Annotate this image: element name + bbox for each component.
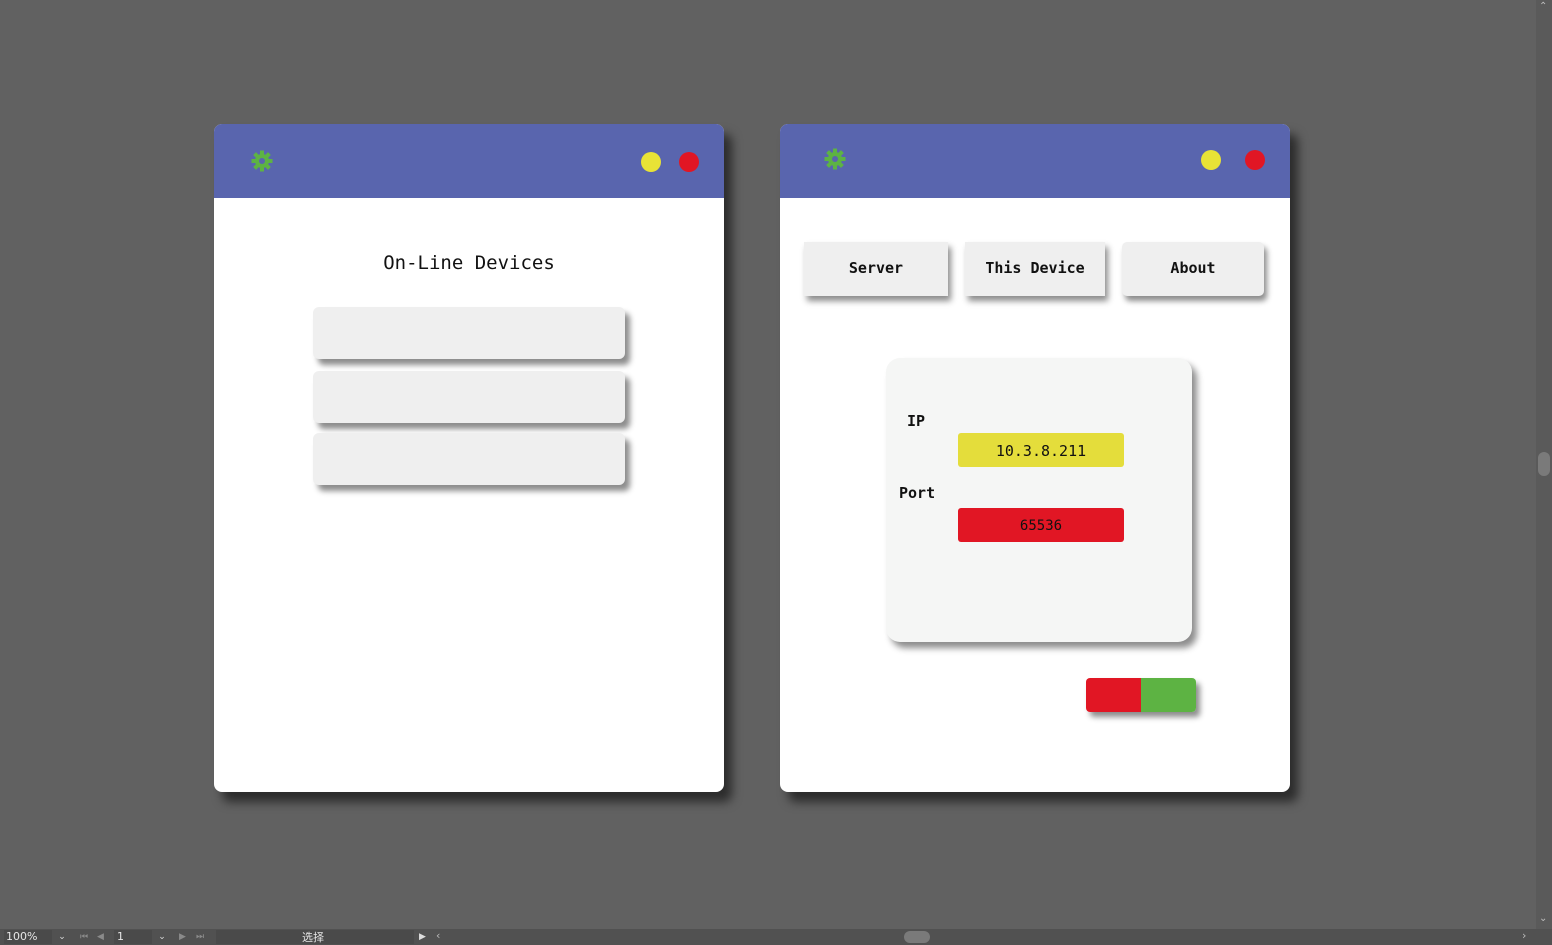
- close-button[interactable]: [1245, 150, 1265, 170]
- port-field[interactable]: 65536: [958, 508, 1124, 542]
- status-bar: 100% ⌄ ⏮ ◀ 1 ⌄ ▶ ⏭ 选择 ▶ ‹ ›: [0, 929, 1552, 945]
- gear-icon[interactable]: [250, 149, 274, 173]
- connection-card: IP 10.3.8.211 Port 65536: [886, 358, 1192, 642]
- gear-icon[interactable]: [823, 147, 847, 171]
- mode-field: 选择: [216, 930, 414, 944]
- next-page-icon[interactable]: ▶: [179, 930, 186, 944]
- play-icon[interactable]: ▶: [419, 930, 426, 944]
- page-value: 1: [117, 930, 124, 943]
- zoom-value: 100%: [6, 930, 38, 943]
- online-devices-heading: On-Line Devices: [383, 252, 555, 274]
- mode-text: 选择: [302, 931, 324, 944]
- online-devices-window: On-Line Devices: [214, 124, 724, 792]
- title-bar: [780, 124, 1290, 198]
- ip-label: IP: [907, 412, 926, 430]
- ip-field[interactable]: 10.3.8.211: [958, 433, 1124, 467]
- chevron-down-icon[interactable]: ⌄: [55, 930, 69, 944]
- settings-window: Server This Device About IP 10.3.8.211 P…: [780, 124, 1290, 792]
- toggle-on-segment[interactable]: [1141, 678, 1196, 712]
- scroll-right-icon[interactable]: ›: [1522, 929, 1526, 943]
- scroll-up-icon[interactable]: ⌃: [1539, 2, 1547, 12]
- minimize-button[interactable]: [1201, 150, 1221, 170]
- close-button[interactable]: [679, 152, 699, 172]
- scroll-thumb[interactable]: [1538, 452, 1550, 476]
- vertical-scrollbar[interactable]: ⌃ ⌄: [1536, 0, 1552, 929]
- device-list-item[interactable]: [313, 371, 625, 423]
- tab-this-device[interactable]: This Device: [965, 242, 1105, 296]
- scroll-left-icon[interactable]: ‹: [436, 929, 440, 943]
- device-list-item[interactable]: [313, 433, 625, 485]
- page-field[interactable]: 1: [114, 930, 152, 944]
- first-page-icon[interactable]: ⏮: [80, 930, 88, 944]
- title-bar: [214, 124, 724, 198]
- minimize-button[interactable]: [641, 152, 661, 172]
- zoom-field[interactable]: 100%: [4, 930, 52, 944]
- chevron-down-icon[interactable]: ⌄: [155, 930, 169, 944]
- scroll-down-icon[interactable]: ⌄: [1539, 914, 1547, 924]
- port-label: Port: [899, 484, 936, 502]
- connection-toggle[interactable]: [1086, 678, 1196, 712]
- tab-server[interactable]: Server: [804, 242, 948, 296]
- horizontal-scroll-thumb[interactable]: [904, 931, 930, 943]
- toggle-off-segment[interactable]: [1086, 678, 1141, 712]
- prev-page-icon[interactable]: ◀: [97, 930, 104, 944]
- tab-about[interactable]: About: [1122, 242, 1264, 296]
- last-page-icon[interactable]: ⏭: [196, 930, 204, 944]
- device-list-item[interactable]: [313, 307, 625, 359]
